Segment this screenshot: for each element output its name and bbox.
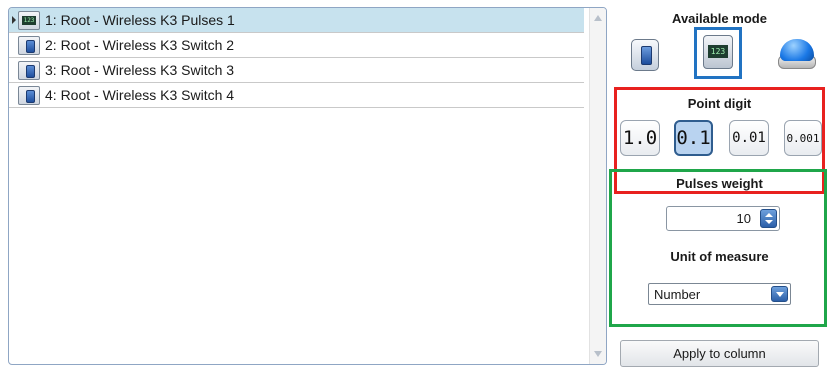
- point-digit-0-1-button[interactable]: 0.1: [674, 120, 713, 156]
- list-item-1[interactable]: 1: Root - Wireless K3 Pulses 1: [9, 8, 584, 33]
- unit-of-measure-select[interactable]: Number: [648, 283, 791, 305]
- counter-mode-button[interactable]: [694, 27, 742, 79]
- row-pointer-icon: [12, 16, 16, 24]
- available-mode-title: Available mode: [672, 11, 767, 26]
- list-item-4[interactable]: 4: Root - Wireless K3 Switch 4: [9, 83, 584, 108]
- point-digit-title: Point digit: [687, 96, 752, 111]
- list-item-label: 3: Root - Wireless K3 Switch 3: [45, 62, 235, 78]
- unit-of-measure-value: Number: [654, 287, 701, 302]
- chevron-down-icon[interactable]: [771, 286, 788, 302]
- list-item-label: 2: Root - Wireless K3 Switch 2: [45, 37, 235, 53]
- pulses-weight-stepper[interactable]: 10: [666, 206, 780, 231]
- point-digit-1-0-button[interactable]: 1.0: [620, 120, 660, 156]
- switch-mode-icon: [631, 39, 659, 71]
- scroll-down-icon[interactable]: [594, 351, 602, 357]
- push-button-mode-button[interactable]: [778, 39, 816, 77]
- switch-mode-button[interactable]: [628, 31, 662, 79]
- point-digit-0-01-button[interactable]: 0.01: [729, 120, 769, 156]
- list-item-2[interactable]: 2: Root - Wireless K3 Switch 2: [9, 33, 584, 58]
- scroll-up-icon[interactable]: [594, 15, 602, 21]
- apply-to-column-button[interactable]: Apply to column: [620, 340, 819, 367]
- switch-icon: [18, 60, 40, 80]
- pulses-weight-title: Pulses weight: [676, 176, 763, 191]
- stepper-arrows-icon[interactable]: [760, 209, 777, 228]
- counter-icon: [18, 10, 40, 30]
- channel-list: 1: Root - Wireless K3 Pulses 1 2: Root -…: [8, 7, 607, 365]
- pulses-weight-value: 10: [736, 211, 751, 226]
- switch-icon: [18, 85, 40, 105]
- switch-icon: [18, 35, 40, 55]
- list-item-label: 4: Root - Wireless K3 Switch 4: [45, 87, 235, 103]
- vertical-scrollbar[interactable]: [589, 8, 606, 364]
- config-panel: Available mode Point digit 1.0 0.1 0.01 …: [609, 0, 827, 372]
- unit-of-measure-title: Unit of measure: [670, 249, 769, 264]
- list-item-3[interactable]: 3: Root - Wireless K3 Switch 3: [9, 58, 584, 83]
- point-digit-0-001-button[interactable]: 0.001: [784, 120, 822, 156]
- list-empty-area: [9, 133, 584, 364]
- push-button-mode-icon: [780, 39, 814, 61]
- counter-mode-icon: [703, 35, 733, 69]
- list-item-label: 1: Root - Wireless K3 Pulses 1: [45, 12, 235, 28]
